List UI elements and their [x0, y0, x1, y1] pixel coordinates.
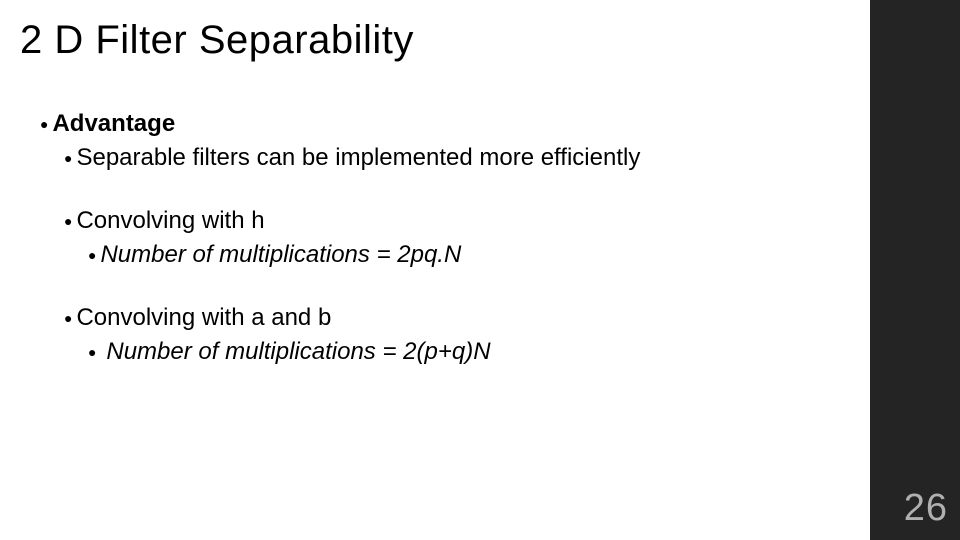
slide-title: 2 D Filter Separability	[20, 18, 414, 63]
bullet-conv-h-mult: Number of multiplications = 2pq.N	[88, 239, 850, 271]
slide-body: Advantage Separable filters can be imple…	[40, 108, 850, 370]
bullet-conv-ab-mult: Number of multiplications = 2(p+q)N	[88, 336, 850, 368]
sidebar-accent	[870, 0, 960, 540]
page-number: 26	[904, 487, 948, 530]
bullet-separable: Separable filters can be implemented mor…	[64, 142, 850, 174]
bullet-conv-h: Convolving with h	[64, 205, 850, 237]
bullet-advantage: Advantage	[40, 108, 850, 140]
bullet-conv-ab: Convolving with a and b	[64, 302, 850, 334]
